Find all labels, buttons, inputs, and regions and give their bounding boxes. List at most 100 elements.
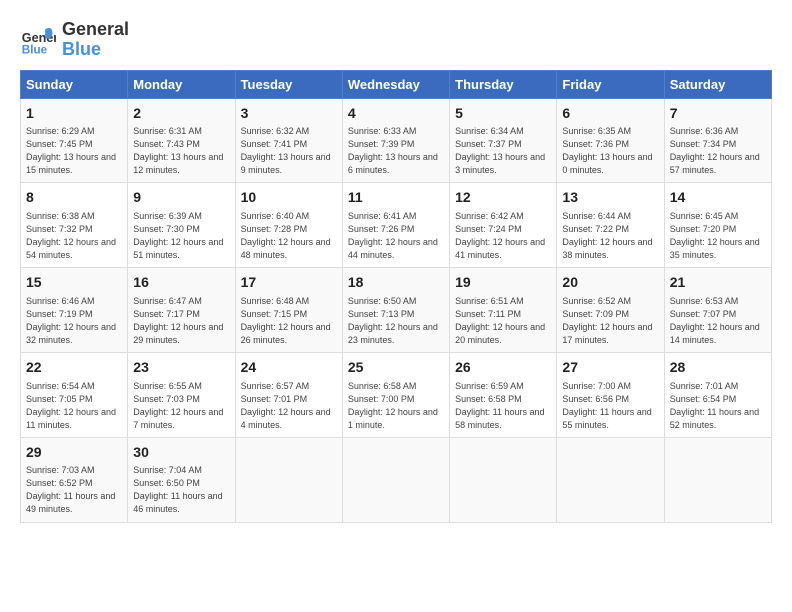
day-info: Sunrise: 6:39 AMSunset: 7:30 PMDaylight:… xyxy=(133,210,229,262)
day-cell-5: 5 Sunrise: 6:34 AMSunset: 7:37 PMDayligh… xyxy=(450,98,557,183)
day-cell-16: 16 Sunrise: 6:47 AMSunset: 7:17 PMDaylig… xyxy=(128,268,235,353)
day-info: Sunrise: 6:34 AMSunset: 7:37 PMDaylight:… xyxy=(455,125,551,177)
day-number: 23 xyxy=(133,358,229,378)
day-info: Sunrise: 6:41 AMSunset: 7:26 PMDaylight:… xyxy=(348,210,444,262)
day-cell-7: 7 Sunrise: 6:36 AMSunset: 7:34 PMDayligh… xyxy=(664,98,771,183)
calendar-header-row: Sunday Monday Tuesday Wednesday Thursday… xyxy=(21,70,772,98)
day-cell-11: 11 Sunrise: 6:41 AMSunset: 7:26 PMDaylig… xyxy=(342,183,449,268)
day-number: 7 xyxy=(670,104,766,124)
day-number: 8 xyxy=(26,188,122,208)
logo: General Blue General Blue xyxy=(20,20,129,60)
col-thursday: Thursday xyxy=(450,70,557,98)
svg-text:Blue: Blue xyxy=(22,43,48,56)
day-info: Sunrise: 7:03 AMSunset: 6:52 PMDaylight:… xyxy=(26,464,122,516)
day-number: 3 xyxy=(241,104,337,124)
day-cell-4: 4 Sunrise: 6:33 AMSunset: 7:39 PMDayligh… xyxy=(342,98,449,183)
day-info: Sunrise: 6:31 AMSunset: 7:43 PMDaylight:… xyxy=(133,125,229,177)
day-cell-15: 15 Sunrise: 6:46 AMSunset: 7:19 PMDaylig… xyxy=(21,268,128,353)
day-info: Sunrise: 6:44 AMSunset: 7:22 PMDaylight:… xyxy=(562,210,658,262)
day-number: 28 xyxy=(670,358,766,378)
day-info: Sunrise: 6:29 AMSunset: 7:45 PMDaylight:… xyxy=(26,125,122,177)
empty-cell xyxy=(450,437,557,522)
empty-cell xyxy=(557,437,664,522)
logo-text: General Blue xyxy=(62,20,129,60)
day-number: 26 xyxy=(455,358,551,378)
day-cell-28: 28 Sunrise: 7:01 AMSunset: 6:54 PMDaylig… xyxy=(664,352,771,437)
day-info: Sunrise: 6:33 AMSunset: 7:39 PMDaylight:… xyxy=(348,125,444,177)
day-info: Sunrise: 6:55 AMSunset: 7:03 PMDaylight:… xyxy=(133,380,229,432)
calendar-week-2: 8 Sunrise: 6:38 AMSunset: 7:32 PMDayligh… xyxy=(21,183,772,268)
day-number: 22 xyxy=(26,358,122,378)
day-cell-12: 12 Sunrise: 6:42 AMSunset: 7:24 PMDaylig… xyxy=(450,183,557,268)
day-info: Sunrise: 6:47 AMSunset: 7:17 PMDaylight:… xyxy=(133,295,229,347)
day-info: Sunrise: 6:50 AMSunset: 7:13 PMDaylight:… xyxy=(348,295,444,347)
day-number: 5 xyxy=(455,104,551,124)
day-info: Sunrise: 6:53 AMSunset: 7:07 PMDaylight:… xyxy=(670,295,766,347)
day-info: Sunrise: 6:46 AMSunset: 7:19 PMDaylight:… xyxy=(26,295,122,347)
day-number: 15 xyxy=(26,273,122,293)
calendar-table: Sunday Monday Tuesday Wednesday Thursday… xyxy=(20,70,772,523)
col-friday: Friday xyxy=(557,70,664,98)
day-info: Sunrise: 6:52 AMSunset: 7:09 PMDaylight:… xyxy=(562,295,658,347)
day-number: 30 xyxy=(133,443,229,463)
logo-icon: General Blue xyxy=(20,22,56,58)
day-cell-2: 2 Sunrise: 6:31 AMSunset: 7:43 PMDayligh… xyxy=(128,98,235,183)
day-info: Sunrise: 6:35 AMSunset: 7:36 PMDaylight:… xyxy=(562,125,658,177)
day-info: Sunrise: 6:51 AMSunset: 7:11 PMDaylight:… xyxy=(455,295,551,347)
day-number: 12 xyxy=(455,188,551,208)
day-info: Sunrise: 7:01 AMSunset: 6:54 PMDaylight:… xyxy=(670,380,766,432)
calendar-week-3: 15 Sunrise: 6:46 AMSunset: 7:19 PMDaylig… xyxy=(21,268,772,353)
day-number: 10 xyxy=(241,188,337,208)
calendar-week-5: 29 Sunrise: 7:03 AMSunset: 6:52 PMDaylig… xyxy=(21,437,772,522)
day-cell-23: 23 Sunrise: 6:55 AMSunset: 7:03 PMDaylig… xyxy=(128,352,235,437)
day-cell-8: 8 Sunrise: 6:38 AMSunset: 7:32 PMDayligh… xyxy=(21,183,128,268)
col-saturday: Saturday xyxy=(664,70,771,98)
day-cell-26: 26 Sunrise: 6:59 AMSunset: 6:58 PMDaylig… xyxy=(450,352,557,437)
day-info: Sunrise: 6:59 AMSunset: 6:58 PMDaylight:… xyxy=(455,380,551,432)
col-tuesday: Tuesday xyxy=(235,70,342,98)
empty-cell xyxy=(342,437,449,522)
day-info: Sunrise: 6:42 AMSunset: 7:24 PMDaylight:… xyxy=(455,210,551,262)
empty-cell xyxy=(664,437,771,522)
day-cell-18: 18 Sunrise: 6:50 AMSunset: 7:13 PMDaylig… xyxy=(342,268,449,353)
day-number: 13 xyxy=(562,188,658,208)
col-wednesday: Wednesday xyxy=(342,70,449,98)
calendar-week-1: 1 Sunrise: 6:29 AMSunset: 7:45 PMDayligh… xyxy=(21,98,772,183)
day-number: 29 xyxy=(26,443,122,463)
day-info: Sunrise: 7:04 AMSunset: 6:50 PMDaylight:… xyxy=(133,464,229,516)
day-info: Sunrise: 7:00 AMSunset: 6:56 PMDaylight:… xyxy=(562,380,658,432)
day-cell-24: 24 Sunrise: 6:57 AMSunset: 7:01 PMDaylig… xyxy=(235,352,342,437)
day-info: Sunrise: 6:38 AMSunset: 7:32 PMDaylight:… xyxy=(26,210,122,262)
day-number: 9 xyxy=(133,188,229,208)
empty-cell xyxy=(235,437,342,522)
day-cell-30: 30 Sunrise: 7:04 AMSunset: 6:50 PMDaylig… xyxy=(128,437,235,522)
day-number: 2 xyxy=(133,104,229,124)
day-number: 25 xyxy=(348,358,444,378)
day-cell-10: 10 Sunrise: 6:40 AMSunset: 7:28 PMDaylig… xyxy=(235,183,342,268)
col-sunday: Sunday xyxy=(21,70,128,98)
day-info: Sunrise: 6:40 AMSunset: 7:28 PMDaylight:… xyxy=(241,210,337,262)
day-number: 20 xyxy=(562,273,658,293)
day-number: 27 xyxy=(562,358,658,378)
day-cell-17: 17 Sunrise: 6:48 AMSunset: 7:15 PMDaylig… xyxy=(235,268,342,353)
day-number: 24 xyxy=(241,358,337,378)
day-number: 21 xyxy=(670,273,766,293)
day-info: Sunrise: 6:36 AMSunset: 7:34 PMDaylight:… xyxy=(670,125,766,177)
day-info: Sunrise: 6:48 AMSunset: 7:15 PMDaylight:… xyxy=(241,295,337,347)
col-monday: Monday xyxy=(128,70,235,98)
day-number: 19 xyxy=(455,273,551,293)
day-cell-9: 9 Sunrise: 6:39 AMSunset: 7:30 PMDayligh… xyxy=(128,183,235,268)
day-cell-25: 25 Sunrise: 6:58 AMSunset: 7:00 PMDaylig… xyxy=(342,352,449,437)
day-cell-1: 1 Sunrise: 6:29 AMSunset: 7:45 PMDayligh… xyxy=(21,98,128,183)
day-number: 4 xyxy=(348,104,444,124)
day-number: 17 xyxy=(241,273,337,293)
day-cell-3: 3 Sunrise: 6:32 AMSunset: 7:41 PMDayligh… xyxy=(235,98,342,183)
day-cell-29: 29 Sunrise: 7:03 AMSunset: 6:52 PMDaylig… xyxy=(21,437,128,522)
day-number: 1 xyxy=(26,104,122,124)
day-number: 6 xyxy=(562,104,658,124)
day-number: 18 xyxy=(348,273,444,293)
day-cell-6: 6 Sunrise: 6:35 AMSunset: 7:36 PMDayligh… xyxy=(557,98,664,183)
day-cell-21: 21 Sunrise: 6:53 AMSunset: 7:07 PMDaylig… xyxy=(664,268,771,353)
day-cell-22: 22 Sunrise: 6:54 AMSunset: 7:05 PMDaylig… xyxy=(21,352,128,437)
day-cell-19: 19 Sunrise: 6:51 AMSunset: 7:11 PMDaylig… xyxy=(450,268,557,353)
